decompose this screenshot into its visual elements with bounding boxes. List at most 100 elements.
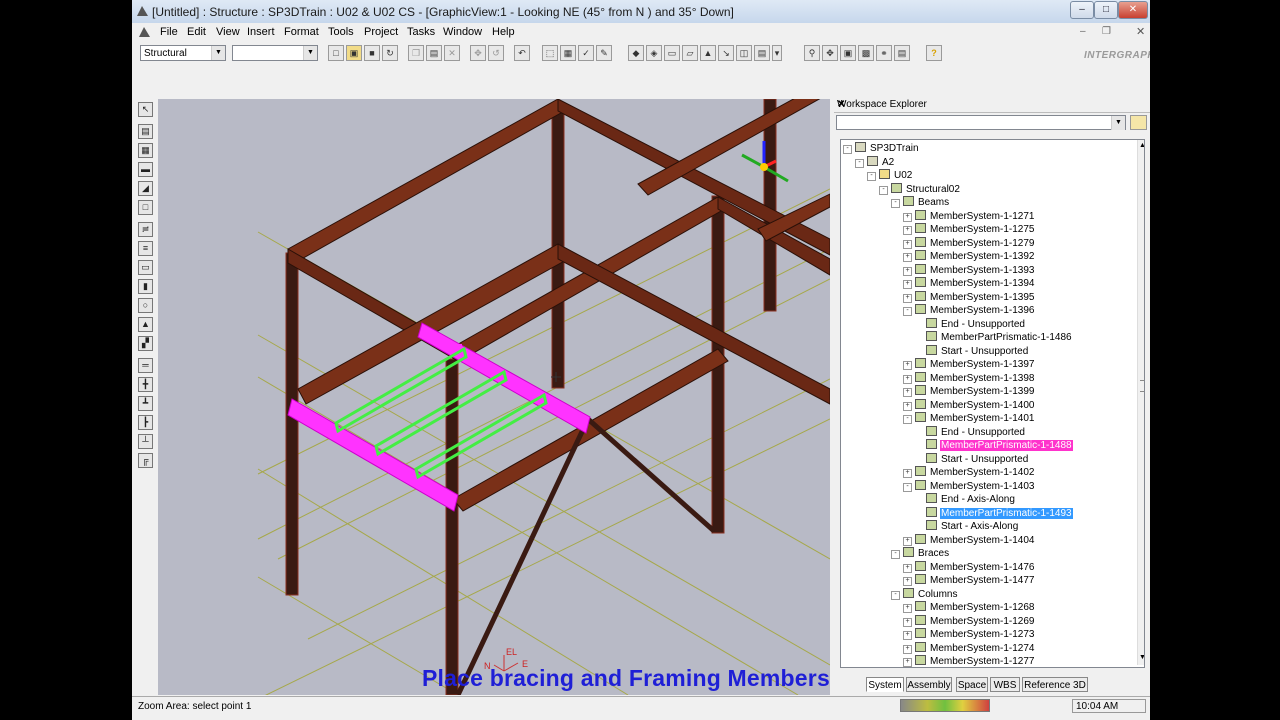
split-icon[interactable]: ┣ [138, 415, 153, 430]
expand-icon[interactable]: + [903, 361, 912, 370]
tree-node[interactable]: + MemberSystem-1-1394 [903, 277, 1035, 290]
copy-icon[interactable]: ❐ [408, 45, 424, 61]
tab-system[interactable]: System [866, 677, 904, 692]
expand-icon[interactable]: + [903, 617, 912, 627]
menu-help[interactable]: Help [492, 26, 515, 38]
minimize-button[interactable]: – [1070, 1, 1094, 19]
collapse-icon[interactable]: - [843, 145, 852, 154]
handrail-icon[interactable]: ═ [138, 358, 153, 373]
move-icon[interactable]: ✥ [470, 45, 486, 61]
select-filter-icon[interactable]: ▦ [560, 45, 576, 61]
opening-icon[interactable]: ○ [138, 298, 153, 313]
tree-node[interactable]: + MemberSystem-1-1399 [903, 385, 1035, 398]
edit-icon[interactable]: ✎ [596, 45, 612, 61]
tree-node[interactable]: + MemberSystem-1-1392 [903, 250, 1035, 263]
collapse-icon[interactable]: - [891, 199, 900, 208]
view-side-icon[interactable]: ▱ [682, 45, 698, 61]
tree-node[interactable]: - Columns [891, 587, 958, 601]
tree-node[interactable]: MemberPartPrismatic-1-1486 [915, 331, 1073, 344]
collapse-icon[interactable]: - [891, 550, 900, 559]
expand-icon[interactable]: + [903, 226, 912, 235]
expand-icon[interactable]: + [903, 388, 912, 397]
tree-node[interactable]: + MemberSystem-1-1477 [903, 574, 1035, 587]
expand-icon[interactable]: + [903, 266, 912, 276]
expand-icon[interactable]: + [903, 644, 912, 654]
open-icon[interactable]: ▣ [346, 45, 362, 61]
selected-beams[interactable] [287, 322, 591, 512]
expand-icon[interactable]: + [903, 536, 912, 546]
tab-assembly[interactable]: Assembly [906, 677, 952, 692]
collapse-icon[interactable]: - [903, 482, 912, 492]
tree-node[interactable]: + MemberSystem-1-1404 [903, 533, 1035, 547]
structure-model[interactable]: N EL E [158, 99, 830, 695]
select-icon[interactable]: ⬚ [542, 45, 558, 61]
new-icon[interactable]: □ [328, 45, 344, 61]
dropdown-arrow-icon[interactable]: ▾ [772, 45, 782, 61]
tree-node[interactable]: + MemberSystem-1-1395 [903, 290, 1035, 304]
tree-node[interactable]: + MemberSystem-1-1400 [903, 398, 1035, 412]
clip-icon[interactable]: ◫ [736, 45, 752, 61]
tree-node[interactable]: + MemberSystem-1-1476 [903, 560, 1035, 574]
wall-icon[interactable]: ▮ [138, 279, 153, 294]
tree-node[interactable]: - Structural02 [879, 182, 961, 196]
tree-node[interactable]: + MemberSystem-1-1275 [903, 223, 1035, 236]
expand-icon[interactable]: + [903, 604, 912, 613]
tree-node[interactable]: + MemberSystem-1-1279 [903, 236, 1035, 250]
rotate-icon[interactable]: ↺ [488, 45, 504, 61]
task-combo[interactable]: Structural ▼ [140, 45, 226, 61]
child-restore-icon[interactable]: ❐ [1102, 26, 1111, 37]
tab-reference-3d[interactable]: Reference 3D [1022, 677, 1088, 692]
tree-node[interactable]: + MemberSystem-1-1402 [903, 466, 1035, 479]
expand-icon[interactable]: + [903, 577, 912, 586]
delete-icon[interactable]: ✕ [444, 45, 460, 61]
zoom-area-icon[interactable]: ▣ [840, 45, 856, 61]
tree-node[interactable]: + MemberSystem-1-1277 [903, 655, 1035, 667]
collapse-icon[interactable]: - [903, 415, 912, 424]
tree-node[interactable]: + MemberSystem-1-1393 [903, 263, 1035, 277]
orbit-icon[interactable]: ⚭ [876, 45, 892, 61]
check-icon[interactable]: ✓ [578, 45, 594, 61]
scroll-up-icon[interactable]: ▲ [1139, 142, 1144, 149]
tree-node[interactable]: + MemberSystem-1-1273 [903, 628, 1035, 641]
menu-project[interactable]: Project [364, 26, 398, 38]
filter-combo[interactable]: ▼ [232, 45, 318, 61]
tree-node[interactable]: - U02 [867, 169, 913, 182]
expand-icon[interactable]: + [903, 631, 912, 640]
scroll-thumb[interactable] [1140, 380, 1144, 392]
tab-wbs[interactable]: WBS [990, 677, 1020, 692]
measure-icon[interactable]: ↘ [718, 45, 734, 61]
menu-tasks[interactable]: Tasks [407, 26, 435, 38]
view-cube-icon[interactable]: ◆ [628, 45, 644, 61]
menu-edit[interactable]: Edit [187, 26, 206, 38]
paste-icon[interactable]: ▤ [426, 45, 442, 61]
menu-file[interactable]: File [160, 26, 178, 38]
expand-icon[interactable]: + [903, 563, 912, 573]
layer-icon[interactable]: ▤ [754, 45, 770, 61]
child-window-icon[interactable] [138, 26, 151, 38]
view-iso-icon[interactable]: ◈ [646, 45, 662, 61]
menu-view[interactable]: View [216, 26, 240, 38]
brace-icon[interactable]: ◢ [138, 181, 153, 196]
workspace-filter-combo[interactable]: ▼ [836, 115, 1126, 130]
child-close-icon[interactable]: ✕ [1136, 25, 1145, 38]
fit-icon[interactable]: ▩ [858, 45, 874, 61]
zoom-icon[interactable]: ⚲ [804, 45, 820, 61]
common-views-icon[interactable]: ▤ [894, 45, 910, 61]
tree-node[interactable]: - MemberSystem-1-1396 [903, 304, 1035, 317]
slab-icon[interactable]: ▭ [138, 260, 153, 275]
beam-icon[interactable]: ▬ [138, 162, 153, 177]
collapse-icon[interactable]: - [903, 307, 912, 316]
view-front-icon[interactable]: ▭ [664, 45, 680, 61]
view-top-icon[interactable]: ▲ [700, 45, 716, 61]
expand-icon[interactable]: + [903, 293, 912, 303]
menu-format[interactable]: Format [284, 26, 319, 38]
tree-node[interactable]: End - Unsupported [915, 317, 1026, 331]
select-pointer-icon[interactable]: ↖ [138, 102, 153, 117]
column-icon[interactable]: ▦ [138, 143, 153, 158]
tree-node[interactable]: MemberPartPrismatic-1-1488 [915, 439, 1073, 452]
trim-icon[interactable]: ┴ [138, 434, 153, 449]
expand-icon[interactable]: + [903, 239, 912, 249]
tree-node[interactable]: Start - Unsupported [915, 452, 1029, 466]
menu-tools[interactable]: Tools [328, 26, 354, 38]
ladder-icon[interactable]: ≡ [138, 241, 153, 256]
